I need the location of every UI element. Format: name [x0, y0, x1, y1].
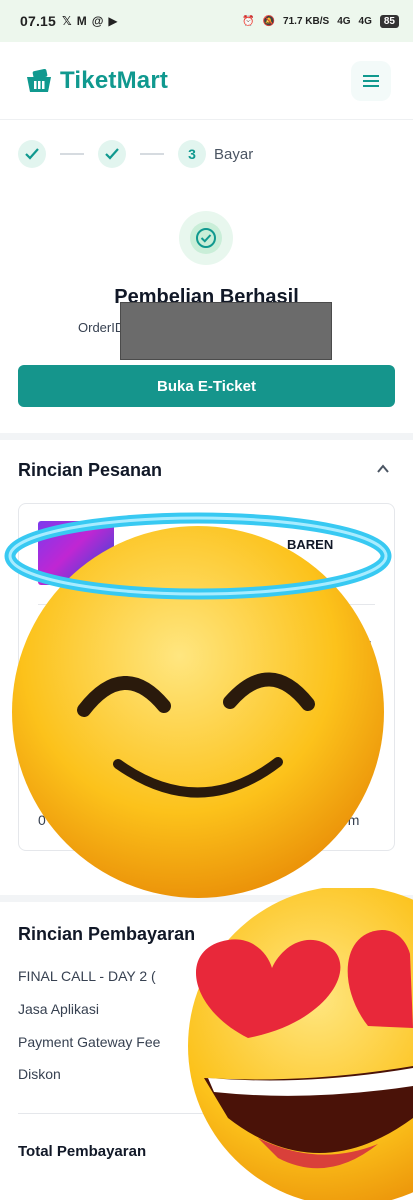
order-details-title: Rincian Pesanan — [18, 460, 163, 480]
basket-logo-icon — [27, 68, 51, 92]
smiling-halo-emoji-icon — [4, 512, 392, 898]
status-left-icons: 𝕏 M @ ▶ — [62, 14, 118, 28]
app-header: TiketMart — [0, 42, 413, 120]
status-time: 07.15 — [20, 13, 57, 29]
step-2-done — [98, 140, 126, 168]
network-text-2: 4G — [358, 15, 372, 27]
success-icon-inner — [190, 222, 222, 254]
redaction-box — [120, 302, 332, 360]
checkout-stepper: 3 Bayar — [18, 140, 253, 168]
status-bar: 07.15 𝕏 M @ ▶ ⏰ 🔕 71.7 KB/S 4G 4G 85 — [0, 0, 413, 42]
step-3-current: 3 — [178, 140, 206, 168]
menu-button[interactable] — [351, 60, 391, 101]
payment-row-gateway: Payment Gateway Fee — [18, 1034, 161, 1050]
threads-icon: @ — [91, 14, 104, 28]
open-eticket-button[interactable]: Buka E-Ticket — [18, 365, 395, 407]
order-id-label: OrderID — [78, 320, 125, 335]
mail-icon: M — [76, 14, 87, 28]
speed-text: 71.7 KB/S — [283, 15, 330, 27]
alarm-icon: ⏰ — [242, 15, 255, 27]
x-icon: 𝕏 — [62, 14, 72, 28]
brand-name: TiketMart — [60, 66, 169, 94]
status-right-icons: ⏰ 🔕 71.7 KB/S 4G 4G 85 — [242, 14, 399, 28]
logo[interactable]: TiketMart — [24, 67, 168, 95]
total-payment-label: Total Pembayaran — [18, 1143, 147, 1160]
section-divider — [0, 433, 413, 440]
mute-icon: 🔕 — [262, 15, 276, 27]
payment-row-ticket: FINAL CALL - DAY 2 ( — [18, 968, 156, 984]
hamburger-icon — [363, 74, 379, 87]
heart-eyes-emoji-icon — [188, 888, 413, 1200]
check-icon — [105, 148, 119, 160]
step-1-done — [18, 140, 46, 168]
success-icon — [179, 211, 233, 265]
step-connector — [140, 153, 164, 155]
chevron-up-icon[interactable] — [376, 462, 390, 476]
step-connector — [60, 153, 84, 155]
check-icon — [25, 148, 39, 160]
payment-row-discount: Diskon — [18, 1066, 61, 1082]
battery-icon: 85 — [379, 14, 399, 28]
step-3-label: Bayar — [214, 145, 254, 163]
youtube-icon: ▶ — [108, 14, 118, 28]
payment-row-service: Jasa Aplikasi — [18, 1001, 99, 1017]
network-text: 4G — [337, 15, 351, 27]
check-circle-icon — [196, 228, 216, 248]
